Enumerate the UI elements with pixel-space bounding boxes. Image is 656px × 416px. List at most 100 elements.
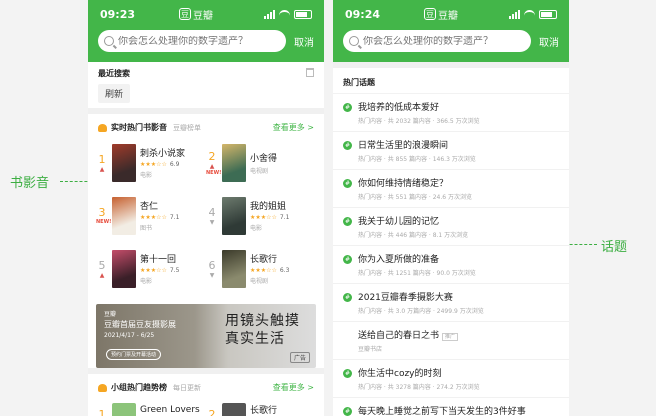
search-box[interactable] [98, 30, 286, 52]
hot-topics-card: 热门话题 # 我培养的低成本爱好 热门内容 · 共 2032 篇内容 · 366… [333, 68, 569, 416]
system-icons [509, 9, 557, 19]
media-meta: 刺杀小说家 ★★★☆☆ 6.9 电影 [140, 146, 185, 179]
media-title: 杏仁 [140, 202, 159, 212]
ad-line2: 2021/4/17 - 6/25 [104, 332, 155, 339]
topic-title: 你生活中cozy的时刻 [358, 369, 442, 379]
ad-cta-button[interactable]: 预约门票及开幕活动 [106, 349, 162, 360]
media-type: 图书 [140, 225, 153, 232]
topic-item[interactable]: # 你生活中cozy的时刻 热门内容 · 共 3278 篇内容 · 274.2 … [333, 360, 569, 398]
topic-title: 2021豆瓣春季摄影大赛 [358, 293, 453, 303]
hot-media-item[interactable]: 6 ▼ 长歌行 ★★★☆☆ 6.3 电视剧 [206, 245, 316, 292]
search-input[interactable] [118, 35, 278, 47]
cancel-button[interactable]: 取消 [294, 34, 314, 49]
hot-media-item[interactable]: 5 ▲ 第十一回 ★★★☆☆ 7.5 电影 [96, 245, 206, 292]
topic-hash-icon: # [343, 141, 352, 150]
rank-number: 1 [98, 407, 106, 416]
topic-text: 你如何维持情绪稳定？ 热门内容 · 共 551 篇内容 · 24.6 万次浏览 [358, 176, 472, 203]
hot-media-title: 实时热门书影音 [111, 123, 167, 132]
search-input[interactable] [363, 35, 523, 47]
hot-media-item[interactable]: 4 ▼ 我的姐姐 ★★★☆☆ 7.1 电影 [206, 192, 316, 239]
topic-item[interactable]: # 你为入夏所做的准备 热门内容 · 共 1251 篇内容 · 90.0 万次浏… [333, 246, 569, 284]
search-icon [349, 36, 359, 46]
new-badge: NEW! [206, 169, 222, 176]
rating-stars: ★★★☆☆ 7.1 [250, 214, 290, 221]
media-cover [112, 249, 136, 288]
rank-number: 2 [208, 407, 216, 416]
hot-topics-title: 热门话题 [333, 68, 569, 94]
media-title: 刺杀小说家 [140, 149, 186, 159]
wifi-icon [524, 10, 535, 18]
topic-stat: 热门内容 · 共 551 篇内容 · 24.6 万次浏览 [358, 194, 472, 201]
group-name: 长歌行 [250, 406, 278, 416]
group-meta: 长歌行 22122 成员 [250, 403, 283, 416]
signal-icon [264, 9, 275, 19]
topic-title: 送给自己的春日之书 推广 [358, 328, 459, 341]
rating-score: 6.3 [279, 267, 290, 274]
topic-text: 日常生活里的浪漫瞬间 热门内容 · 共 855 篇内容 · 146.3 万次浏览 [358, 138, 476, 165]
group-trends-card: 小组热门趋势榜 每日更新 查看更多 > 1 Green Lovers 20157… [88, 374, 324, 416]
group-trends-title: 小组热门趋势榜 [111, 383, 167, 392]
douban-logo-icon: 豆 [424, 8, 437, 20]
search-box[interactable] [343, 30, 531, 52]
topic-stat: 豆瓣书店 [358, 346, 383, 353]
hot-media-item[interactable]: 2 ▲ NEW! 小舍得 电视剧 [206, 139, 316, 186]
trend-item[interactable]: 2 长歌行 22122 成员 [206, 399, 316, 416]
topic-hash-icon: # [343, 217, 352, 226]
media-type: 电影 [140, 172, 153, 179]
battery-icon [539, 9, 557, 19]
header: 09:24 豆豆瓣 取消 [333, 0, 569, 62]
topic-text: 你为入夏所做的准备 热门内容 · 共 1251 篇内容 · 90.0 万次浏览 [358, 252, 476, 279]
topic-item[interactable]: # 你如何维持情绪稳定？ 热门内容 · 共 551 篇内容 · 24.6 万次浏… [333, 170, 569, 208]
topic-title: 你如何维持情绪稳定？ [358, 179, 449, 189]
topic-title: 我培养的低成本爱好 [358, 103, 440, 113]
media-cover [222, 196, 246, 235]
topic-item[interactable]: 送给自己的春日之书 推广 豆瓣书店 [333, 322, 569, 360]
topic-hash-icon: # [343, 407, 352, 416]
ad-slogan: 用镜头触摸 真实生活 [225, 313, 300, 348]
topic-item[interactable]: # 我关于幼儿园的记忆 热门内容 · 共 446 篇内容 · 8.1 万次浏览 [333, 208, 569, 246]
topic-stat: 热门内容 · 共 446 篇内容 · 8.1 万次浏览 [358, 232, 469, 239]
rating-score: 7.1 [169, 214, 180, 221]
rank-number: 2 ▲ NEW! [206, 149, 222, 176]
trend-item[interactable]: 1 Green Lovers 20157 篇帖子 [96, 399, 206, 416]
recent-search-chip[interactable]: 刷新 [98, 84, 131, 103]
rank-down-icon: ▼ [209, 218, 215, 226]
media-title: 第十一回 [140, 255, 177, 265]
cancel-button[interactable]: 取消 [539, 34, 559, 49]
media-cover [222, 143, 246, 182]
rating-stars: ★★★☆☆ 6.3 [250, 267, 290, 274]
rank-down-icon: ▼ [209, 271, 215, 279]
topic-item[interactable]: # 我培养的低成本爱好 热门内容 · 共 2032 篇内容 · 366.5 万次… [333, 94, 569, 132]
ad-tag[interactable]: 广告 [289, 352, 310, 363]
topic-hash-icon: # [343, 179, 352, 188]
topic-hash-icon: # [343, 369, 352, 378]
rank-number: 3 NEW! [96, 206, 112, 225]
new-badge: NEW! [96, 219, 112, 225]
topic-text: 每天晚上睡觉之前写下当天发生的3件好事 热门内容 · 共 3.0 万篇内容 · … [358, 404, 526, 416]
trash-icon[interactable] [306, 68, 314, 77]
photo-exhibition-ad[interactable]: 豆瓣 豆瓣首届豆友摄影展 2021/4/17 - 6/25 预约门票及开幕活动 … [96, 304, 316, 368]
topic-title: 日常生活里的浪漫瞬间 [358, 141, 449, 151]
hot-media-grid: 1 ▲ 刺杀小说家 ★★★☆☆ 6.9 电影 2 ▲ NEW! 小舍得 电视剧 3 NEW… [88, 137, 324, 298]
topic-hash-icon: # [343, 255, 352, 264]
rating-stars: ★★★☆☆ 6.9 [140, 161, 180, 168]
topic-text: 2021豆瓣春季摄影大赛 热门内容 · 共 3.0 万篇内容 · 2499.9 … [358, 290, 484, 317]
annotation-topics: 话题 [601, 240, 628, 255]
group-name: Green Lovers [140, 404, 200, 415]
rating-stars: ★★★☆☆ 7.1 [140, 214, 180, 221]
app-logo: 豆豆瓣 [424, 8, 459, 22]
hot-media-item[interactable]: 3 NEW! 杏仁 ★★★☆☆ 7.1 图书 [96, 192, 206, 239]
search-row: 取消 [333, 28, 569, 54]
topic-stat: 热门内容 · 共 3.0 万篇内容 · 2499.9 万次浏览 [358, 308, 484, 315]
topic-title: 我关于幼儿园的记忆 [358, 217, 440, 227]
hot-media-item[interactable]: 1 ▲ 刺杀小说家 ★★★☆☆ 6.9 电影 [96, 139, 206, 186]
topic-item[interactable]: # 每天晚上睡觉之前写下当天发生的3件好事 热门内容 · 共 3.0 万篇内容 … [333, 398, 569, 416]
topic-stat: 热门内容 · 共 1251 篇内容 · 90.0 万次浏览 [358, 270, 476, 277]
topic-item[interactable]: # 2021豆瓣春季摄影大赛 热门内容 · 共 3.0 万篇内容 · 2499.… [333, 284, 569, 322]
hot-media-more-link[interactable]: 查看更多 > [273, 122, 314, 133]
topic-item[interactable]: # 日常生活里的浪漫瞬间 热门内容 · 共 855 篇内容 · 146.3 万次… [333, 132, 569, 170]
ad-info: 豆瓣 豆瓣首届豆友摄影展 2021/4/17 - 6/25 [104, 310, 176, 340]
topic-text: 你生活中cozy的时刻 热门内容 · 共 3278 篇内容 · 274.2 万次… [358, 366, 480, 393]
search-row: 取消 [88, 28, 324, 54]
group-trends-more-link[interactable]: 查看更多 > [273, 382, 314, 393]
